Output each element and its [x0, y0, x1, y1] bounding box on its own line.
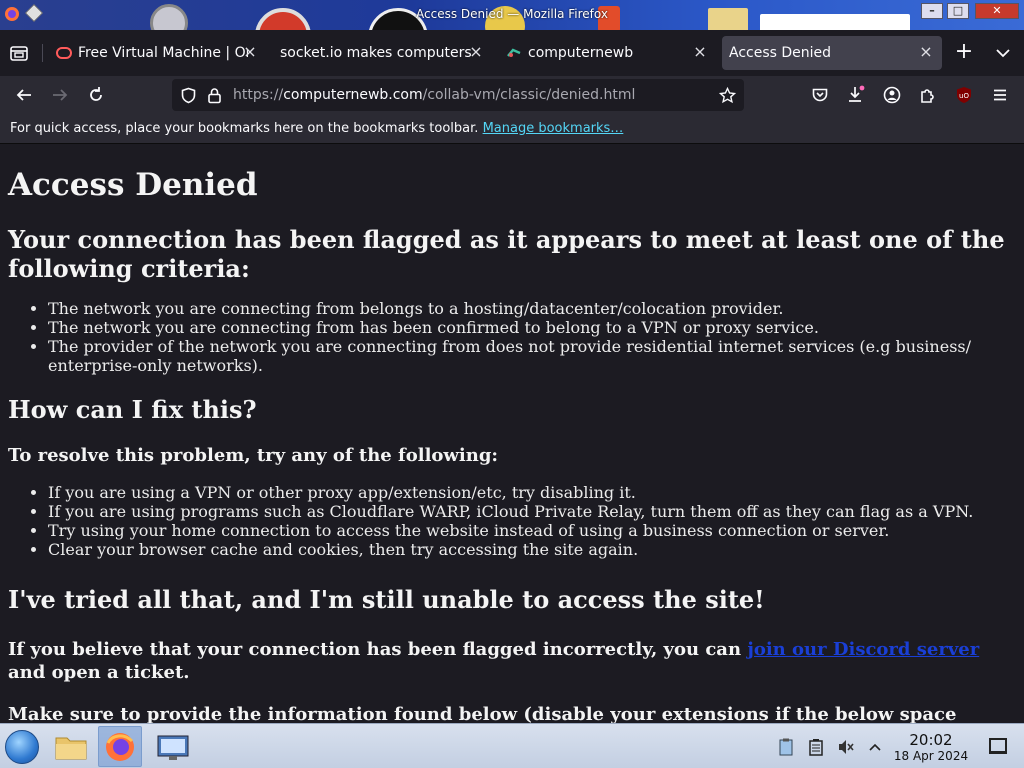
maximize-button[interactable]: □: [947, 3, 969, 19]
tab-strip: Free Virtual Machine | Or × socket.io ma…: [0, 30, 1024, 76]
forward-button[interactable]: [49, 84, 71, 106]
system-clock[interactable]: 20:02 18 Apr 2024: [890, 732, 972, 764]
firefox-view-icon[interactable]: [8, 42, 30, 64]
discord-text-post: and open a ticket.: [8, 662, 190, 683]
svg-text:uO: uO: [959, 92, 969, 100]
collabvm-icon: [56, 45, 72, 61]
resolve-heading: To resolve this problem, try any of the …: [8, 445, 499, 466]
list-item: Clear your browser cache and cookies, th…: [48, 540, 1016, 559]
app-menu-button[interactable]: [989, 84, 1011, 106]
extensions-button[interactable]: [917, 84, 939, 106]
tab-label: socket.io makes computers: [280, 45, 472, 61]
minimize-button[interactable]: –: [921, 3, 943, 19]
computernewb-icon: [506, 45, 522, 61]
window-titlebar: Access Denied — Mozilla Firefox – □ ✕: [0, 0, 1024, 30]
list-item: If you are using programs such as Cloudf…: [48, 502, 1016, 521]
account-icon: [883, 86, 901, 104]
ublock-origin-icon: uO: [957, 87, 971, 103]
speaker-muted-icon: [839, 740, 854, 754]
url-path: /collab-vm/classic/denied.html: [422, 87, 636, 103]
manage-bookmarks-link[interactable]: Manage bookmarks…: [483, 121, 624, 136]
firefox-icon: [106, 732, 134, 761]
clipboard-icon: [779, 738, 793, 756]
file-explorer-button[interactable]: [49, 726, 93, 767]
url-bar[interactable]: https://computernewb.com/collab-vm/class…: [172, 79, 744, 111]
bookmarks-hint-text: For quick access, place your bookmarks h…: [10, 121, 479, 136]
pocket-button[interactable]: [809, 84, 831, 106]
url-scheme: https://: [233, 87, 284, 103]
hamburger-menu-icon: [994, 89, 1006, 101]
window-title: Access Denied — Mozilla Firefox: [416, 7, 608, 21]
tray-overflow-button[interactable]: [866, 738, 884, 756]
list-item: If you are using a VPN or other proxy ap…: [48, 483, 1016, 502]
shield-icon[interactable]: [180, 87, 197, 104]
tab-label: computernewb: [528, 45, 634, 61]
discord-text-pre: If you believe that your connection has …: [8, 639, 748, 660]
discord-link[interactable]: join our Discord server: [747, 639, 979, 660]
back-button[interactable]: [13, 84, 35, 106]
volume-tray-icon[interactable]: [837, 738, 855, 756]
criteria-list: The network you are connecting from belo…: [48, 299, 1016, 375]
list-item: The network you are connecting from has …: [48, 318, 1016, 337]
ublock-button[interactable]: uO: [953, 84, 975, 106]
tried-heading: I've tried all that, and I'm still unabl…: [8, 585, 765, 614]
clock-time: 20:02: [909, 731, 953, 749]
tab-close-icon[interactable]: ×: [692, 44, 708, 60]
tab-close-icon[interactable]: ×: [242, 44, 258, 60]
list-item: Try using your home connection to access…: [48, 521, 1016, 540]
close-window-button[interactable]: ✕: [975, 3, 1019, 19]
back-arrow-icon: [16, 89, 31, 101]
fix-heading: How can I fix this?: [8, 395, 257, 424]
lock-icon[interactable]: [206, 87, 223, 104]
firefox-taskbar-button[interactable]: [98, 726, 142, 767]
list-item: The provider of the network you are conn…: [48, 337, 1016, 375]
remote-desktop-button[interactable]: [151, 726, 195, 767]
start-button[interactable]: [5, 730, 39, 764]
navigation-toolbar: https://computernewb.com/collab-vm/class…: [0, 76, 1024, 114]
new-tab-button[interactable]: +: [953, 41, 975, 63]
discord-paragraph: If you believe that your connection has …: [8, 638, 1016, 684]
folder-icon: [55, 737, 87, 759]
url-host: computernewb.com: [283, 87, 423, 103]
fixes-list: If you are using a VPN or other proxy ap…: [48, 483, 1016, 559]
battery-icon: [809, 739, 823, 756]
reload-icon: [90, 87, 102, 101]
list-item: The network you are connecting from belo…: [48, 299, 1016, 318]
download-icon: [849, 85, 865, 102]
tab-computernewb[interactable]: computernewb ×: [498, 36, 716, 70]
bookmarks-hint: For quick access, place your bookmarks h…: [10, 121, 623, 136]
page-title: Access Denied: [8, 167, 258, 203]
taskbar: 20:02 18 Apr 2024: [0, 723, 1024, 768]
pocket-icon: [812, 88, 828, 102]
provide-info-paragraph: Make sure to provide the information fou…: [8, 704, 957, 723]
clipboard-tray-icon[interactable]: [777, 738, 795, 756]
tab-free-virtual-machine[interactable]: Free Virtual Machine | Or ×: [48, 36, 266, 70]
tab-separator: [42, 44, 43, 62]
tab-socket-io[interactable]: socket.io makes computers ×: [272, 36, 492, 70]
tab-access-denied[interactable]: Access Denied ×: [722, 36, 942, 70]
battery-tray-icon[interactable]: [807, 738, 825, 756]
clock-date: 18 Apr 2024: [893, 749, 969, 763]
tab-close-icon[interactable]: ×: [468, 44, 484, 60]
tab-label: Free Virtual Machine | Or: [78, 45, 248, 61]
chevron-up-icon: [869, 743, 881, 751]
show-desktop-button[interactable]: [989, 738, 1007, 754]
computer-icon: [157, 735, 189, 760]
chevron-down-icon[interactable]: [994, 44, 1012, 62]
puzzle-icon: [921, 89, 934, 103]
criteria-heading: Your connection has been flagged as it a…: [8, 225, 1005, 283]
tab-label: Access Denied: [729, 45, 832, 61]
url-text[interactable]: https://computernewb.com/collab-vm/class…: [233, 87, 635, 103]
tab-close-icon[interactable]: ×: [918, 44, 934, 60]
page-content: Access Denied Your connection has been f…: [0, 145, 1024, 723]
account-button[interactable]: [881, 84, 903, 106]
reload-button[interactable]: [85, 84, 107, 106]
downloads-button[interactable]: [845, 84, 867, 106]
forward-arrow-icon: [53, 89, 68, 101]
bookmark-star-icon[interactable]: [719, 87, 736, 104]
bookmarks-toolbar: For quick access, place your bookmarks h…: [0, 114, 1024, 144]
